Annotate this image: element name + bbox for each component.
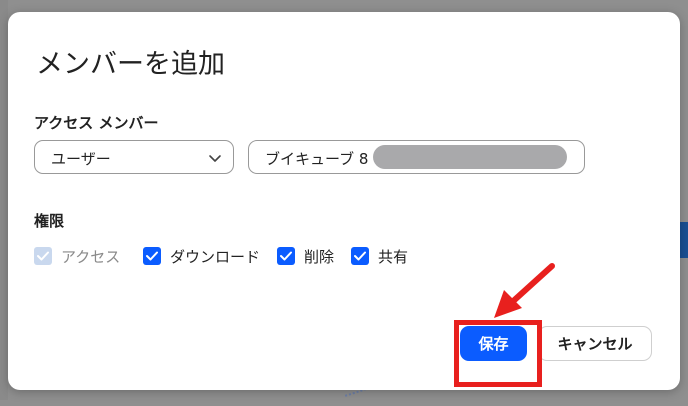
permission-label: アクセス [61,248,121,266]
permissions-label: 権限 [34,212,65,230]
member-search-input[interactable]: ブイキューブ 8 [248,140,585,174]
annotation-highlight-box [454,320,542,387]
background-app-button [680,222,688,258]
check-icon [143,247,161,265]
chevron-down-icon [209,155,221,162]
add-member-dialog: メンバーを追加 アクセス メンバー ユーザー ブイキューブ 8 権限 アクセス … [8,12,680,390]
access-member-label: アクセス メンバー [34,114,159,132]
check-icon [351,247,369,265]
member-input-value: ブイキューブ 8 [265,150,369,168]
redacted-text [373,145,567,169]
check-icon [34,247,52,265]
permission-label: ダウンロード [170,248,261,266]
cancel-button[interactable]: キャンセル [538,326,652,361]
permission-label: 共有 [378,248,409,266]
member-type-select[interactable]: ユーザー [34,140,234,174]
red-arrow-icon [494,263,555,318]
member-type-value: ユーザー [51,150,111,168]
check-icon [277,247,295,265]
permission-label: 削除 [304,248,335,266]
background-app-edge [0,0,8,400]
dialog-title: メンバーを追加 [36,49,225,80]
